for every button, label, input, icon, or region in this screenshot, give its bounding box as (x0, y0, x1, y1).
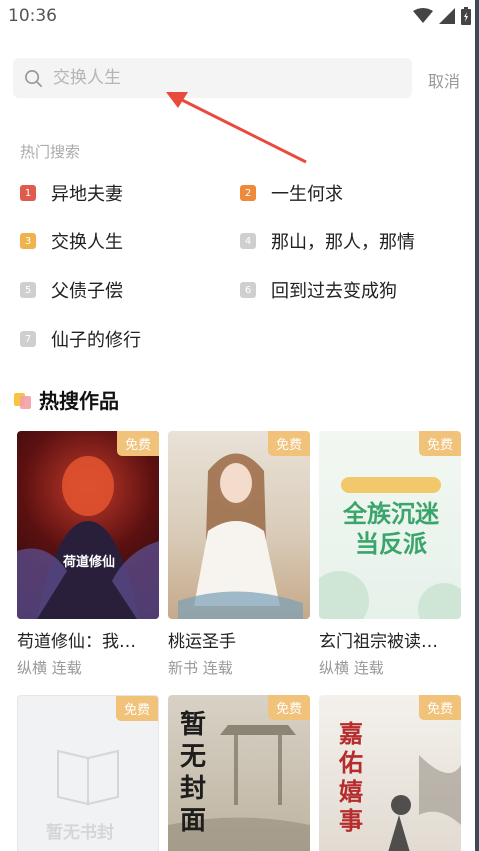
status-time: 10:36 (8, 6, 57, 26)
cover-art (178, 453, 303, 619)
hot-search-label: 一生何求 (271, 184, 343, 205)
book-card[interactable]: 嘉佑嬉事 免费 (319, 695, 461, 851)
rank-badge: 4 (240, 233, 256, 249)
cover-title-text: 嘉佑嬉事 (339, 719, 363, 835)
annotation-arrow (166, 92, 307, 164)
cover-title-text: 荷道修仙 (63, 555, 116, 570)
book-meta: 新书 连载 (168, 659, 233, 677)
hot-search-item[interactable]: 6 回到过去变成狗 (240, 277, 397, 303)
free-badge: 免费 (418, 695, 461, 720)
hot-search-item[interactable]: 2 一生何求 (240, 180, 343, 206)
free-badge: 免费 (267, 431, 310, 456)
rank-badge: 7 (20, 331, 36, 347)
cancel-button[interactable]: 取消 (428, 68, 460, 92)
section-icon (14, 391, 31, 409)
book-cover: 嘉佑嬉事 免费 (319, 695, 461, 851)
hot-search-item[interactable]: 4 那山，那人，那情 (240, 228, 415, 254)
book-card[interactable]: 荷道修仙 免费 苟道修仙：我… 纵横 连载 (17, 431, 159, 678)
cover-art (17, 456, 159, 619)
hot-search-item[interactable]: 3 交换人生 (20, 228, 123, 254)
hot-search-label: 那山，那人，那情 (271, 232, 415, 253)
book-card[interactable]: 全族沉迷当反派 免费 玄门祖宗被读… 纵横 连载 (319, 431, 461, 678)
book-meta: 纵横 连载 (17, 659, 82, 677)
cover-title-text: 全族沉迷当反派 (343, 499, 439, 558)
rank-badge: 2 (240, 185, 256, 201)
hot-search-label: 异地夫妻 (51, 184, 123, 205)
free-badge: 免费 (116, 431, 159, 456)
rank-badge: 1 (20, 185, 36, 201)
book-meta: 纵横 连载 (319, 659, 384, 677)
hot-search-item[interactable]: 5 父债子偿 (20, 277, 123, 303)
free-badge: 免费 (267, 695, 310, 720)
book-card[interactable]: 免费 桃运圣手 新书 连载 (168, 431, 310, 678)
section-title: 热搜作品 (39, 389, 119, 413)
hot-search-label: 仙子的修行 (51, 330, 141, 351)
hot-search-label: 父债子偿 (51, 281, 123, 302)
battery-icon (461, 7, 471, 25)
free-badge: 免费 (418, 431, 461, 456)
search-input[interactable] (53, 68, 383, 88)
hot-search-item[interactable]: 1 异地夫妻 (20, 180, 123, 206)
book-title: 苟道修仙：我… (17, 632, 136, 652)
book-title: 桃运圣手 (168, 632, 236, 652)
book-title: 玄门祖宗被读… (319, 632, 438, 652)
cover-title-text: 暂无封面 (180, 710, 207, 836)
hot-works-header: 热搜作品 (14, 385, 119, 414)
hot-search-title: 热门搜索 (20, 143, 81, 161)
book-cover: 免费 (168, 431, 310, 619)
book-cover: 暂无封面 免费 (168, 695, 310, 851)
book-cover: 全族沉迷当反派 免费 (319, 431, 461, 619)
search-icon (25, 69, 42, 87)
status-icons (413, 7, 471, 25)
book-cover: 荷道修仙 免费 (17, 431, 159, 619)
status-bar: 10:36 (0, 0, 479, 34)
wifi-icon (413, 8, 433, 23)
rank-badge: 6 (240, 282, 256, 298)
rank-badge: 5 (20, 282, 36, 298)
hot-search-item[interactable]: 7 仙子的修行 (20, 326, 141, 352)
hot-search-label: 回到过去变成狗 (271, 281, 397, 302)
rank-badge: 3 (20, 233, 36, 249)
book-card[interactable]: 暂无书封 免费 (17, 695, 159, 851)
book-card[interactable]: 暂无封面 免费 (168, 695, 310, 851)
free-badge: 免费 (115, 696, 158, 721)
book-cover: 暂无书封 免费 (17, 695, 159, 851)
signal-icon (439, 8, 455, 24)
hot-search-label: 交换人生 (51, 232, 123, 253)
cover-title-text: 暂无书封 (46, 823, 114, 843)
edge-strip (475, 0, 479, 851)
